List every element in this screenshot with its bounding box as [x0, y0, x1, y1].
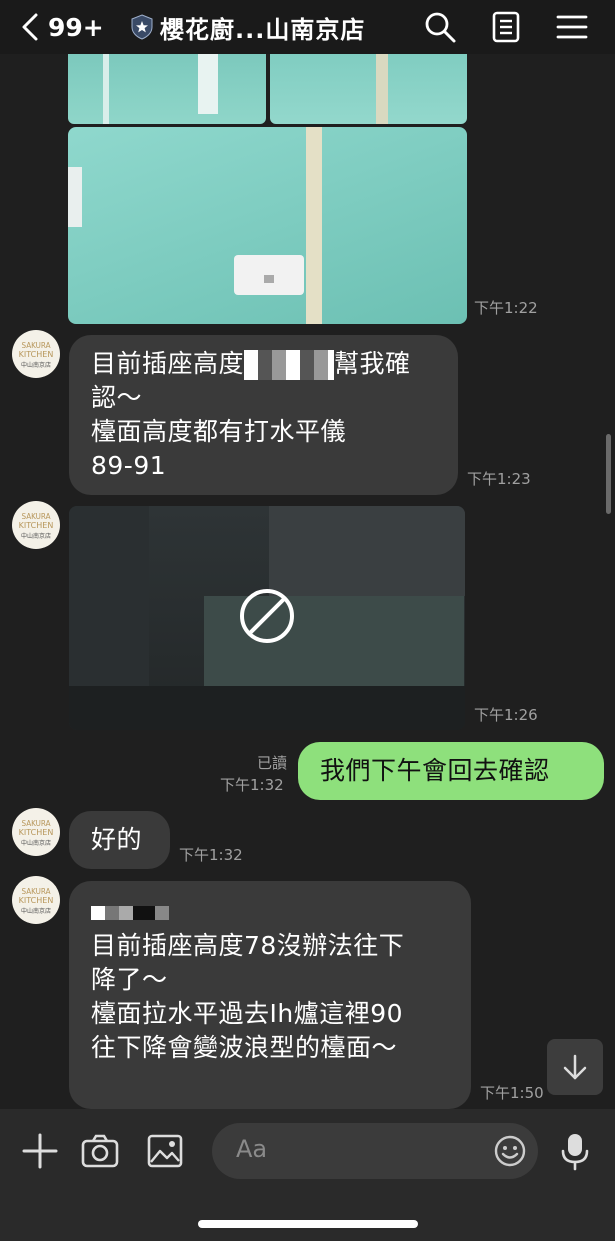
message-time: 下午1:32 — [179, 846, 243, 864]
avatar[interactable]: SAKURA KITCHEN 中山南京店 — [12, 876, 60, 924]
message-bubble[interactable]: 目前插座高度 幫我確 認～ 檯面高度都有打水平儀 89-91 — [69, 335, 458, 495]
input-placeholder: Aa — [236, 1135, 268, 1163]
avatar[interactable]: SAKURA KITCHEN 中山南京店 — [12, 501, 60, 549]
chat-header: 99+ 櫻花廚...山南京店 — [0, 0, 615, 54]
shield-star-icon — [131, 14, 153, 40]
photo-thumbnail[interactable] — [68, 54, 266, 124]
camera-icon[interactable] — [80, 1131, 120, 1171]
chat-area[interactable]: 下午1:22 SAKURA KITCHEN 中山南京店 目前插座高度 幫我確 認～… — [0, 54, 615, 1109]
message-bubble[interactable]: 好的 — [69, 811, 170, 869]
message-text: 目前插座高度 — [91, 349, 245, 378]
message-bubble[interactable]: 目前插座高度78沒辦法往下 降了～ 檯面拉水平過去Ih爐這裡90 往下降會變波浪… — [69, 881, 471, 1109]
redacted-mosaic — [91, 895, 449, 929]
blocked-icon — [240, 589, 294, 643]
read-receipt: 已讀 — [257, 754, 288, 772]
photo-cabinet[interactable] — [69, 506, 465, 730]
chat-title-area[interactable]: 櫻花廚...山南京店 — [130, 10, 365, 44]
back-button[interactable]: 99+ — [20, 12, 110, 42]
message-text: 往下降會變波浪型的檯面～ — [91, 1033, 398, 1062]
message-text: 我們下午會回去確認 — [320, 756, 550, 785]
photo-thumbnail[interactable] — [270, 54, 467, 124]
arrow-down-icon — [563, 1054, 587, 1080]
message-text: 好的 — [91, 825, 143, 854]
message-time: 下午1:22 — [474, 299, 538, 317]
home-indicator[interactable] — [198, 1220, 418, 1228]
message-input[interactable]: Aa — [212, 1123, 538, 1179]
photo-outlet[interactable] — [68, 127, 467, 324]
message-text: 幫我確 — [334, 349, 411, 378]
emoji-icon[interactable] — [494, 1135, 526, 1167]
menu-icon[interactable] — [555, 10, 589, 44]
message-text: 89-91 — [91, 451, 167, 480]
plus-icon[interactable] — [20, 1131, 60, 1171]
notes-icon[interactable] — [489, 10, 523, 44]
message-text: 認～ — [91, 383, 143, 412]
avatar[interactable]: SAKURA KITCHEN 中山南京店 — [12, 808, 60, 856]
message-text: 目前插座高度78沒辦法往下 — [91, 931, 405, 960]
my-message-bubble[interactable]: 我們下午會回去確認 — [298, 742, 604, 800]
search-icon[interactable] — [423, 10, 457, 44]
scrollbar[interactable] — [606, 434, 611, 514]
scroll-to-bottom-button[interactable] — [547, 1039, 603, 1095]
avatar[interactable]: SAKURA KITCHEN 中山南京店 — [12, 330, 60, 378]
message-time: 下午1:50 — [480, 1084, 544, 1102]
image-icon[interactable] — [145, 1131, 185, 1171]
message-time: 下午1:26 — [474, 706, 538, 724]
message-text: 檯面高度都有打水平儀 — [91, 417, 347, 446]
message-text: 檯面拉水平過去Ih爐這裡90 — [91, 999, 404, 1028]
chevron-left-icon — [22, 13, 38, 41]
message-time: 下午1:32 — [220, 776, 284, 794]
microphone-icon[interactable] — [555, 1131, 595, 1171]
message-text: 降了～ — [91, 965, 168, 994]
unread-count: 99+ — [48, 12, 104, 42]
message-time: 下午1:23 — [467, 470, 531, 488]
chat-title: 櫻花廚...山南京店 — [160, 15, 366, 44]
redacted-mosaic — [244, 350, 335, 380]
